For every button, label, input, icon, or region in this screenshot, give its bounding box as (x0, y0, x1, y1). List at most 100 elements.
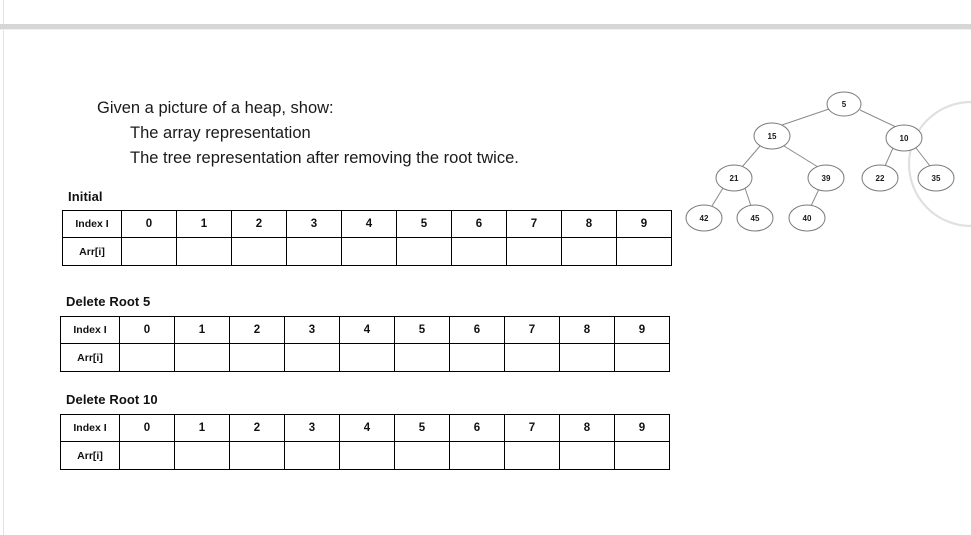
node-label-22: 22 (876, 174, 885, 183)
table-row: Index I 0 1 2 3 4 5 6 7 8 9 (60, 414, 670, 442)
tree-node-10[interactable]: 10 (885, 124, 923, 152)
value-cell-4[interactable] (339, 441, 395, 470)
array-table-initial: Index I 0 1 2 3 4 5 6 7 8 9 Arr[i] (62, 210, 672, 266)
table-row: Arr[i] (60, 343, 670, 372)
value-cell-8[interactable] (559, 343, 615, 372)
row-label-index: Index I (60, 316, 120, 344)
prompt-text-block: Given a picture of a heap, show: The arr… (97, 96, 657, 171)
value-cell-9[interactable] (614, 441, 670, 470)
index-cell-4: 4 (341, 210, 397, 238)
value-cell-3[interactable] (284, 343, 340, 372)
value-cell-1[interactable] (174, 441, 230, 470)
index-cell-6: 6 (449, 316, 505, 344)
tree-edges-group (711, 108, 931, 207)
value-cell-6[interactable] (449, 343, 505, 372)
tree-edge-n15-n21 (741, 145, 761, 168)
heap-tree-figure: 5 15 10 21 39 22 35 42 45 40 (672, 52, 971, 248)
tree-edge-n5-n15 (781, 108, 830, 126)
node-label-40: 40 (803, 214, 812, 223)
value-cell-7[interactable] (504, 441, 560, 470)
row-label-index: Index I (62, 210, 122, 238)
index-cell-8: 8 (559, 414, 615, 442)
tree-node-39[interactable]: 39 (807, 164, 845, 192)
index-cell-1: 1 (174, 414, 230, 442)
index-cell-4: 4 (339, 414, 395, 442)
tree-edge-n39-n40 (810, 188, 820, 207)
index-cell-2: 2 (229, 316, 285, 344)
tree-node-22[interactable]: 22 (861, 164, 899, 192)
value-cell-6[interactable] (449, 441, 505, 470)
tree-node-35[interactable]: 35 (917, 164, 955, 192)
value-cell-4[interactable] (339, 343, 395, 372)
prompt-line-1: Given a picture of a heap, show: (97, 99, 334, 117)
value-cell-5[interactable] (396, 237, 452, 266)
tree-edge-n10-n22 (884, 147, 894, 167)
page-left-rule (3, 0, 4, 535)
value-cell-2[interactable] (229, 343, 285, 372)
table-title-delete-root-10: Delete Root 10 (66, 392, 158, 407)
value-cell-8[interactable] (561, 237, 617, 266)
row-label-index: Index I (60, 414, 120, 442)
index-cell-9: 9 (616, 210, 672, 238)
tree-node-45[interactable]: 45 (736, 204, 774, 232)
value-cell-0[interactable] (121, 237, 177, 266)
index-cell-7: 7 (504, 414, 560, 442)
table-title-initial: Initial (68, 189, 103, 204)
array-table-delete-root-10: Index I 0 1 2 3 4 5 6 7 8 9 Arr[i] (60, 414, 670, 470)
node-label-42: 42 (700, 214, 709, 223)
index-cell-9: 9 (614, 316, 670, 344)
array-table-delete-root-5: Index I 0 1 2 3 4 5 6 7 8 9 Arr[i] (60, 316, 670, 372)
row-label-arr: Arr[i] (60, 441, 120, 470)
row-label-arr: Arr[i] (60, 343, 120, 372)
tree-edge-n10-n35 (915, 147, 931, 167)
value-cell-9[interactable] (614, 343, 670, 372)
table-row: Arr[i] (62, 237, 672, 266)
index-cell-2: 2 (229, 414, 285, 442)
value-cell-0[interactable] (119, 441, 175, 470)
node-label-21: 21 (730, 174, 739, 183)
table-title-delete-root-5: Delete Root 5 (66, 294, 151, 309)
tree-edge-n15-n39 (783, 145, 819, 168)
prompt-line-2: The array representation (130, 124, 311, 142)
value-cell-3[interactable] (284, 441, 340, 470)
index-cell-8: 8 (559, 316, 615, 344)
prompt-line-3: The tree representation after removing t… (130, 149, 519, 167)
index-cell-5: 5 (396, 210, 452, 238)
tree-node-42[interactable]: 42 (685, 204, 723, 232)
index-cell-1: 1 (176, 210, 232, 238)
node-label-10: 10 (900, 134, 909, 143)
value-cell-4[interactable] (341, 237, 397, 266)
value-cell-7[interactable] (504, 343, 560, 372)
tree-node-5[interactable]: 5 (826, 91, 862, 117)
value-cell-0[interactable] (119, 343, 175, 372)
index-cell-7: 7 (504, 316, 560, 344)
tree-node-40[interactable]: 40 (788, 204, 826, 232)
index-cell-9: 9 (614, 414, 670, 442)
tree-edge-n21-n42 (711, 187, 724, 207)
document-viewport: Given a picture of a heap, show: The arr… (0, 0, 971, 535)
page-break-highlight (0, 29, 971, 30)
value-cell-7[interactable] (506, 237, 562, 266)
tree-node-21[interactable]: 21 (715, 164, 753, 192)
tree-edge-n21-n45 (744, 187, 752, 207)
value-cell-9[interactable] (616, 237, 672, 266)
value-cell-1[interactable] (176, 237, 232, 266)
value-cell-2[interactable] (229, 441, 285, 470)
value-cell-5[interactable] (394, 441, 450, 470)
index-cell-3: 3 (286, 210, 342, 238)
value-cell-1[interactable] (174, 343, 230, 372)
value-cell-6[interactable] (451, 237, 507, 266)
index-cell-3: 3 (284, 414, 340, 442)
node-label-15: 15 (768, 132, 777, 141)
value-cell-2[interactable] (231, 237, 287, 266)
tree-node-15[interactable]: 15 (753, 122, 791, 150)
index-cell-2: 2 (231, 210, 287, 238)
table-row: Index I 0 1 2 3 4 5 6 7 8 9 (60, 316, 670, 344)
index-cell-8: 8 (561, 210, 617, 238)
value-cell-3[interactable] (286, 237, 342, 266)
tree-edge-n5-n10 (859, 109, 897, 128)
value-cell-8[interactable] (559, 441, 615, 470)
index-cell-3: 3 (284, 316, 340, 344)
tree-nodes-group: 5 15 10 21 39 22 35 42 45 40 (685, 91, 955, 232)
value-cell-5[interactable] (394, 343, 450, 372)
